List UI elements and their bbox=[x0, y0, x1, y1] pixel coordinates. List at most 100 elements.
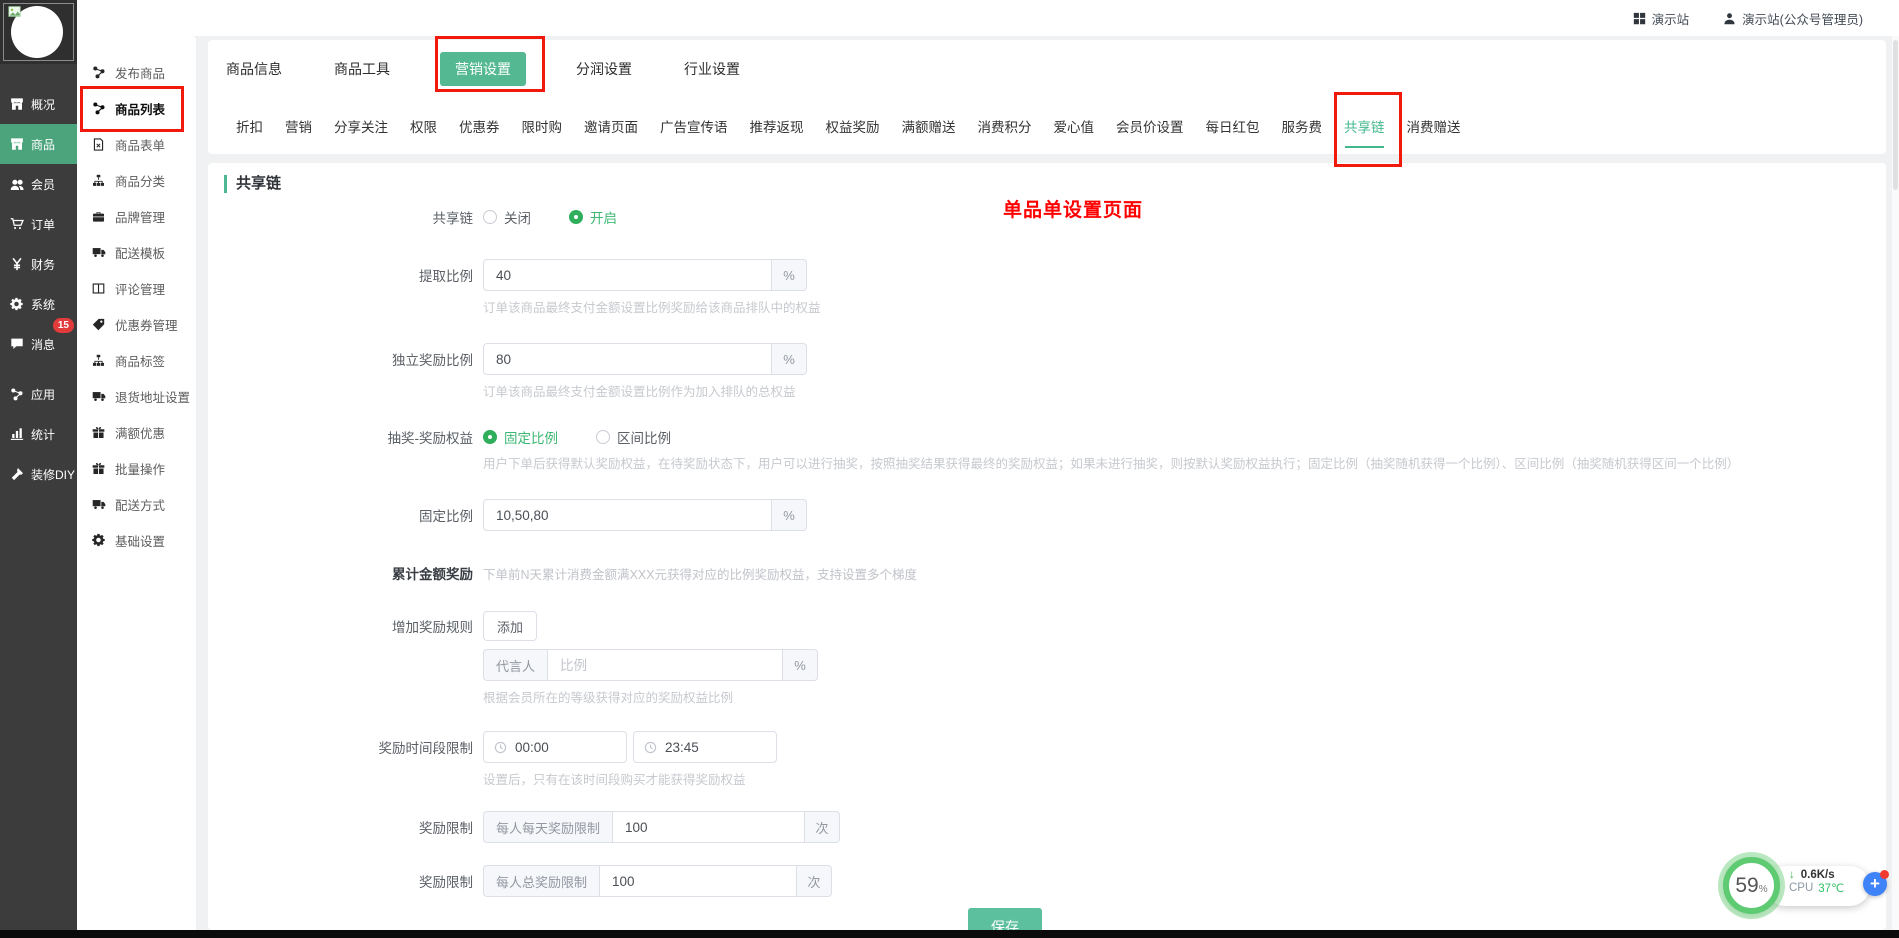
batch-operations-icon bbox=[91, 462, 106, 475]
total-limit-input[interactable] bbox=[599, 865, 797, 897]
page-scrollbar[interactable] bbox=[1892, 36, 1899, 930]
subtab-discount[interactable]: 折扣 bbox=[236, 116, 263, 136]
subnav-shipping-method[interactable]: 配送方式 bbox=[77, 486, 196, 522]
subtab-full-gift[interactable]: 满额赠送 bbox=[902, 116, 956, 136]
system-monitor-widget[interactable]: ↓ 0.6K/s CPU 37℃ 59 % + bbox=[1723, 852, 1893, 924]
spokesperson-ratio-input[interactable] bbox=[547, 649, 783, 681]
share-chain-form: 共享链 关闭 开启 提取比例 % 订单该商品最终支付金额设置 bbox=[208, 207, 1886, 897]
subtab-coupon[interactable]: 优惠券 bbox=[459, 116, 500, 136]
net-cpu-pill[interactable]: ↓ 0.6K/s CPU 37℃ bbox=[1765, 866, 1870, 906]
times-suffix: 次 bbox=[797, 865, 832, 897]
subtab-flash-sale[interactable]: 限时购 bbox=[522, 116, 563, 136]
members-icon bbox=[9, 177, 25, 192]
radio-share-on[interactable]: 开启 bbox=[569, 207, 617, 227]
site-logo[interactable] bbox=[0, 0, 77, 64]
subnav-coupon-management[interactable]: 优惠券管理 bbox=[77, 306, 196, 342]
radio-circle-icon bbox=[569, 210, 583, 224]
sidebar-item-overview[interactable]: 概况 bbox=[0, 84, 77, 124]
subnav-goods-list[interactable]: 商品列表 bbox=[77, 90, 196, 126]
subnav-publish-goods[interactable]: 发布商品 bbox=[77, 54, 196, 90]
system-icon bbox=[9, 297, 25, 311]
diy-icon bbox=[9, 467, 25, 481]
subnav-goods-form[interactable]: 商品表单 bbox=[77, 126, 196, 162]
total-limit-row: 奖励限制 每人总奖励限制 次 bbox=[208, 865, 1886, 897]
time-limit-help: 设置后，只有在该时间段购买才能获得奖励权益 bbox=[483, 771, 1886, 789]
subnav-basic-settings[interactable]: 基础设置 bbox=[77, 522, 196, 558]
subnav-batch-operations[interactable]: 批量操作 bbox=[77, 450, 196, 486]
tabs-card: 商品信息 商品工具 营销设置 分润设置 行业设置 折扣 营销 分享关注 权限 优惠券 限时购 邀请页… bbox=[208, 40, 1886, 154]
time-start-input[interactable]: 00:00 bbox=[483, 731, 627, 763]
tab-goods-tools[interactable]: 商品工具 bbox=[332, 52, 392, 86]
lottery-label: 抽奖-奖励权益 bbox=[208, 427, 483, 447]
sidebar-item-orders[interactable]: 订单 bbox=[0, 204, 77, 244]
sidebar-item-finance[interactable]: 财务 bbox=[0, 244, 77, 284]
subnav-full-discount[interactable]: 满额优惠 bbox=[77, 414, 196, 450]
fixed-ratio-input[interactable] bbox=[483, 499, 772, 531]
subnav-goods-tags[interactable]: 商品标签 bbox=[77, 342, 196, 378]
subnav-brand-management[interactable]: 品牌管理 bbox=[77, 198, 196, 234]
secondary-tab-row: 折扣 营销 分享关注 权限 优惠券 限时购 邀请页面 广告宣传语 推荐返现 权益奖励 满额赠送 消费积… bbox=[208, 97, 1886, 154]
account-name: 演示站(公众号管理员) bbox=[1742, 9, 1863, 28]
subnav-review-management[interactable]: 评论管理 bbox=[77, 270, 196, 306]
notification-dot bbox=[1880, 870, 1889, 879]
taskbar-strip bbox=[0, 930, 1899, 938]
account-menu[interactable]: 演示站(公众号管理员) bbox=[1723, 9, 1863, 28]
memory-usage-gauge[interactable]: 59 % bbox=[1723, 857, 1780, 914]
subtab-recommend-cashback[interactable]: 推荐返现 bbox=[750, 116, 804, 136]
subtab-member-price[interactable]: 会员价设置 bbox=[1116, 116, 1184, 136]
sidebar-item-goods[interactable]: 商品 bbox=[0, 124, 77, 164]
subtab-love-value[interactable]: 爱心值 bbox=[1054, 116, 1095, 136]
subtab-consume-points[interactable]: 消费积分 bbox=[978, 116, 1032, 136]
lottery-help: 用户下单后获得默认奖励权益，在待奖励状态下，用户可以进行抽奖，按照抽奖结果获得最… bbox=[483, 455, 1886, 473]
subtab-ad-slogan[interactable]: 广告宣传语 bbox=[660, 116, 728, 136]
sidebar-item-stats[interactable]: 统计 bbox=[0, 414, 77, 454]
tab-profit-settings[interactable]: 分润设置 bbox=[574, 52, 634, 86]
sidebar-item-apps[interactable]: 应用 bbox=[0, 374, 77, 414]
apps-icon bbox=[9, 387, 25, 401]
annotation-note: 单品单设置页面 bbox=[1003, 195, 1143, 222]
add-rule-label: 增加奖励规则 bbox=[208, 616, 483, 636]
subtab-consume-gift[interactable]: 消费赠送 bbox=[1407, 116, 1461, 136]
tab-goods-info[interactable]: 商品信息 bbox=[224, 52, 284, 86]
return-address-icon bbox=[91, 389, 106, 403]
subnav-goods-category[interactable]: 商品分类 bbox=[77, 162, 196, 198]
time-end-input[interactable]: 23:45 bbox=[633, 731, 777, 763]
radio-share-off[interactable]: 关闭 bbox=[483, 207, 531, 227]
publish-goods-icon bbox=[91, 65, 106, 79]
subtab-permission[interactable]: 权限 bbox=[410, 116, 437, 136]
independent-ratio-input[interactable] bbox=[483, 343, 772, 375]
subtab-marketing[interactable]: 营销 bbox=[285, 116, 312, 136]
cumulative-label: 累计金额奖励 bbox=[208, 563, 483, 583]
radio-range-ratio[interactable]: 区间比例 bbox=[596, 427, 671, 447]
total-limit-label: 奖励限制 bbox=[208, 871, 483, 891]
image-placeholder-icon bbox=[8, 5, 21, 18]
shipping-template-icon bbox=[91, 245, 106, 259]
radio-fixed-ratio[interactable]: 固定比例 bbox=[483, 427, 558, 447]
save-button[interactable]: 保存 bbox=[968, 908, 1042, 930]
sidebar-item-members[interactable]: 会员 bbox=[0, 164, 77, 204]
site-name: 演示站 bbox=[1652, 9, 1690, 28]
subtab-share-chain[interactable]: 共享链 bbox=[1344, 116, 1385, 136]
tab-industry-settings[interactable]: 行业设置 bbox=[682, 52, 742, 86]
tab-marketing-settings[interactable]: 营销设置 bbox=[440, 52, 526, 86]
subtab-rights-reward[interactable]: 权益奖励 bbox=[826, 116, 880, 136]
subnav-shipping-template[interactable]: 配送模板 bbox=[77, 234, 196, 270]
subtab-invite-page[interactable]: 邀请页面 bbox=[584, 116, 638, 136]
clock-icon bbox=[644, 741, 657, 754]
percent-suffix: % bbox=[772, 259, 807, 291]
extract-ratio-input[interactable] bbox=[483, 259, 772, 291]
subtab-daily-redpacket[interactable]: 每日红包 bbox=[1206, 116, 1260, 136]
daily-limit-input[interactable] bbox=[612, 811, 805, 843]
subtab-service-fee[interactable]: 服务费 bbox=[1282, 116, 1323, 136]
add-rule-button[interactable]: 添加 bbox=[483, 611, 537, 641]
coupon-management-icon bbox=[91, 318, 106, 331]
stats-icon bbox=[9, 427, 25, 441]
site-switcher[interactable]: 演示站 bbox=[1633, 9, 1690, 28]
scrollbar-thumb[interactable] bbox=[1893, 40, 1898, 190]
daily-limit-prepend: 每人每天奖励限制 bbox=[483, 811, 612, 843]
sidebar-item-messages[interactable]: 消息15 bbox=[0, 324, 77, 364]
subtab-share-follow[interactable]: 分享关注 bbox=[334, 116, 388, 136]
assistant-plus-button[interactable]: + bbox=[1863, 872, 1887, 896]
sidebar-item-diy[interactable]: 装修DIY bbox=[0, 454, 77, 494]
subnav-return-address[interactable]: 退货地址设置 bbox=[77, 378, 196, 414]
